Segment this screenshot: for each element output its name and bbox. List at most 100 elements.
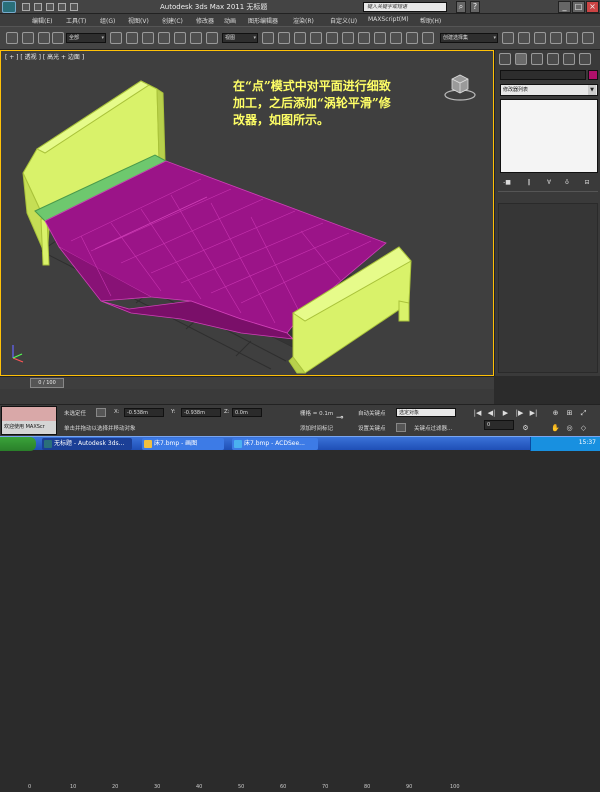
schematic-view-icon[interactable]	[518, 32, 530, 44]
perspective-viewport[interactable]: [ + ] [ 透视 ] [ 高光 + 边面 ] 在“点”模式中对平面进行细致加…	[0, 50, 494, 376]
angle-snap-icon[interactable]	[326, 32, 338, 44]
menu-graph-editors[interactable]: 图形编辑器	[248, 16, 278, 25]
pan-icon[interactable]: ✋	[550, 423, 561, 433]
prev-frame-icon[interactable]: ◀|	[486, 408, 497, 418]
go-to-end-icon[interactable]: ▶|	[528, 408, 539, 418]
select-manipulate-icon[interactable]	[278, 32, 290, 44]
field-of-view-icon[interactable]: ◇	[578, 423, 589, 433]
select-rotate-icon[interactable]	[190, 32, 202, 44]
select-object-icon[interactable]	[110, 32, 122, 44]
go-to-start-icon[interactable]: |◀	[472, 408, 483, 418]
layer-manager-icon[interactable]	[422, 32, 434, 44]
material-editor-icon[interactable]	[534, 32, 546, 44]
redo-icon[interactable]	[70, 3, 78, 11]
snaps-toggle-icon[interactable]	[310, 32, 322, 44]
modifier-list-dropdown[interactable]: 修改器列表 ▼	[500, 84, 598, 96]
zoom-icon[interactable]: ⊕	[550, 408, 561, 418]
task-acdsee[interactable]: 床7.bmp - ACDSee...	[232, 438, 318, 450]
menu-group[interactable]: 组(G)	[100, 16, 115, 25]
menu-rendering[interactable]: 渲染(R)	[293, 16, 314, 25]
select-move-icon[interactable]	[174, 32, 186, 44]
task-3dsmax[interactable]: 无标题 - Autodesk 3ds...	[42, 438, 132, 450]
hierarchy-tab-icon[interactable]	[531, 53, 543, 65]
maxscript-listener[interactable]: 欢迎使用 MAXScr	[1, 406, 57, 435]
minimize-button[interactable]: _	[558, 1, 571, 13]
menu-maxscript[interactable]: MAXScript(M)	[368, 16, 409, 23]
make-unique-icon[interactable]: ∀	[541, 178, 557, 188]
render-production-icon[interactable]	[582, 32, 594, 44]
named-selection-icon[interactable]	[374, 32, 386, 44]
display-tab-icon[interactable]	[563, 53, 575, 65]
menu-views[interactable]: 视图(V)	[128, 16, 149, 25]
keyboard-shortcut-icon[interactable]	[294, 32, 306, 44]
remove-modifier-icon[interactable]: ö	[559, 178, 575, 188]
lock-icon[interactable]	[96, 408, 106, 417]
menu-modifiers[interactable]: 修改器	[196, 16, 214, 25]
ref-coord-select[interactable]: 视图 ▾	[222, 33, 258, 43]
viewcube-icon[interactable]	[443, 69, 477, 103]
curve-editor-icon[interactable]	[502, 32, 514, 44]
menu-animation[interactable]: 动画	[224, 16, 236, 25]
undo-icon[interactable]	[58, 3, 66, 11]
key-icon[interactable]: ⊸	[336, 413, 352, 423]
close-button[interactable]: ×	[586, 1, 599, 13]
current-frame-field[interactable]: 0	[484, 420, 514, 430]
set-key-button[interactable]: 设置关键点	[358, 424, 386, 432]
object-name-field[interactable]	[500, 70, 586, 80]
key-filters-button[interactable]: 关键点过滤器...	[414, 424, 452, 432]
rendered-frame-icon[interactable]	[566, 32, 578, 44]
new-file-icon[interactable]	[22, 3, 30, 11]
motion-tab-icon[interactable]	[547, 53, 559, 65]
align-icon[interactable]	[406, 32, 418, 44]
modify-tab-icon[interactable]	[515, 53, 527, 65]
add-time-tag[interactable]: 添加时间标记	[300, 424, 333, 432]
next-frame-icon[interactable]: |▶	[514, 408, 525, 418]
x-coord-field[interactable]: -0.538m	[124, 408, 164, 417]
object-color-swatch[interactable]	[588, 70, 598, 80]
rect-selection-icon[interactable]	[142, 32, 154, 44]
time-slider[interactable]: 0 / 100	[30, 378, 64, 388]
search-input[interactable]: 键入关键字或短语	[363, 2, 447, 12]
menu-edit[interactable]: 编辑(E)	[32, 16, 52, 25]
bind-spacewarp-icon[interactable]	[52, 32, 64, 44]
menu-help[interactable]: 帮助(H)	[420, 16, 441, 25]
track-bar[interactable]: 0 10 20 30 40 50 60 70 80 90 100	[0, 389, 494, 790]
mirror-icon[interactable]	[390, 32, 402, 44]
key-mode-dropdown[interactable]: 选定对象	[396, 408, 456, 417]
start-button[interactable]	[0, 437, 36, 451]
task-paint[interactable]: 床7.bmp - 画图	[142, 438, 224, 450]
pivot-center-icon[interactable]	[262, 32, 274, 44]
play-icon[interactable]: ▶	[500, 408, 511, 418]
create-tab-icon[interactable]	[499, 53, 511, 65]
search-icon[interactable]: ⌕	[456, 1, 466, 13]
selection-filter-select[interactable]: 全部 ▾	[66, 33, 106, 43]
open-file-icon[interactable]	[34, 3, 42, 11]
selection-set-select[interactable]: 创建选择集 ▾	[440, 33, 498, 43]
help-icon[interactable]: ?	[470, 1, 480, 13]
spinner-snap-icon[interactable]	[358, 32, 370, 44]
utilities-tab-icon[interactable]	[579, 53, 591, 65]
z-coord-field[interactable]: 0.0m	[232, 408, 262, 417]
key-filter-toggle-icon[interactable]	[396, 423, 406, 432]
save-file-icon[interactable]	[46, 3, 54, 11]
link-icon[interactable]	[22, 32, 34, 44]
render-setup-icon[interactable]	[550, 32, 562, 44]
orbit-icon[interactable]: ◎	[564, 423, 575, 433]
percent-snap-icon[interactable]	[342, 32, 354, 44]
select-scale-icon[interactable]	[206, 32, 218, 44]
select-by-name-icon[interactable]	[126, 32, 138, 44]
auto-key-button[interactable]: 自动关键点	[358, 409, 386, 417]
unlink-icon[interactable]	[38, 32, 50, 44]
window-crossing-icon[interactable]	[158, 32, 170, 44]
menu-create[interactable]: 创建(C)	[162, 16, 183, 25]
show-end-result-icon[interactable]: ‖	[521, 178, 537, 188]
y-coord-field[interactable]: -0.938m	[181, 408, 221, 417]
menu-tools[interactable]: 工具(T)	[66, 16, 86, 25]
maximize-button[interactable]: □	[572, 1, 585, 13]
zoom-all-icon[interactable]: ⊞	[564, 408, 575, 418]
maximize-viewport-icon[interactable]: ⤢	[578, 408, 589, 418]
time-slider-track[interactable]: 0 / 100	[0, 376, 494, 389]
undo-tool-icon[interactable]	[6, 32, 18, 44]
pin-stack-icon[interactable]: -■	[499, 178, 515, 188]
app-logo-icon[interactable]	[2, 1, 16, 13]
